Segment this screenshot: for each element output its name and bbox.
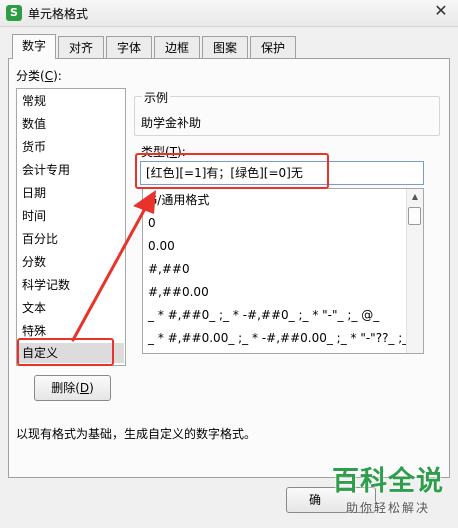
format-list-scrollbar[interactable]: ▲ xyxy=(406,189,423,353)
category-list[interactable]: 常规 数值 货币 会计专用 日期 时间 百分比 分数 科学记数 文本 特殊 自定… xyxy=(16,88,126,366)
category-item-accounting[interactable]: 会计专用 xyxy=(22,160,70,180)
category-item-fraction[interactable]: 分数 xyxy=(22,252,46,272)
format-item[interactable]: #,##0.00 xyxy=(148,282,209,302)
watermark-logo: 百科全说 助你轻松解决 xyxy=(332,466,444,516)
format-item[interactable]: 0.00 xyxy=(148,236,175,256)
close-icon[interactable]: ✕ xyxy=(424,0,458,22)
format-item[interactable]: _ * #,##0_ ;_ * -#,##0_ ;_ * "-"_ ;_ @_ xyxy=(148,305,379,325)
watermark-title: 百科全说 xyxy=(332,466,444,497)
category-item-general[interactable]: 常规 xyxy=(22,91,46,111)
sample-value: 助学金补助 xyxy=(141,116,202,130)
category-item-time[interactable]: 时间 xyxy=(22,206,46,226)
tab-font[interactable]: 字体 xyxy=(106,36,152,58)
category-item-percentage[interactable]: 百分比 xyxy=(22,229,58,249)
format-item[interactable]: G/通用格式 xyxy=(148,190,209,210)
app-logo-icon: S xyxy=(6,5,22,21)
tab-border[interactable]: 边框 xyxy=(154,36,200,58)
scroll-up-arrow-icon[interactable]: ▲ xyxy=(407,189,423,205)
sample-legend: 示例 xyxy=(142,89,171,106)
window-title: 单元格格式 xyxy=(28,7,89,21)
category-item-currency[interactable]: 货币 xyxy=(22,137,46,157)
tab-pattern[interactable]: 图案 xyxy=(202,36,248,58)
category-item-text[interactable]: 文本 xyxy=(22,298,46,318)
title-bar: S 单元格格式 ✕ xyxy=(0,0,458,27)
category-item-number[interactable]: 数值 xyxy=(22,114,46,134)
format-list[interactable]: G/通用格式 0 0.00 #,##0 #,##0.00 _ * #,##0_ … xyxy=(142,188,424,354)
category-label: 分类(C): xyxy=(16,69,62,83)
tab-alignment[interactable]: 对齐 xyxy=(58,36,104,58)
format-item[interactable]: 0 xyxy=(148,213,156,233)
format-item[interactable]: #,##0 xyxy=(148,259,190,279)
category-item-date[interactable]: 日期 xyxy=(22,183,46,203)
description-text: 以现有格式为基础，生成自定义的数字格式。 xyxy=(16,427,257,441)
category-item-scientific[interactable]: 科学记数 xyxy=(22,275,70,295)
tab-protection[interactable]: 保护 xyxy=(250,36,296,58)
delete-button[interactable]: 删除(D) xyxy=(34,375,111,401)
watermark-subtitle: 助你轻松解决 xyxy=(345,501,430,515)
tab-number[interactable]: 数字 xyxy=(12,34,56,59)
format-item[interactable]: _ * #,##0.00_ ;_ * -#,##0.00_ ;_ * "-"??… xyxy=(148,328,423,348)
scroll-thumb[interactable] xyxy=(408,207,421,225)
type-input-highlight xyxy=(135,153,329,189)
custom-category-highlight xyxy=(17,338,114,366)
